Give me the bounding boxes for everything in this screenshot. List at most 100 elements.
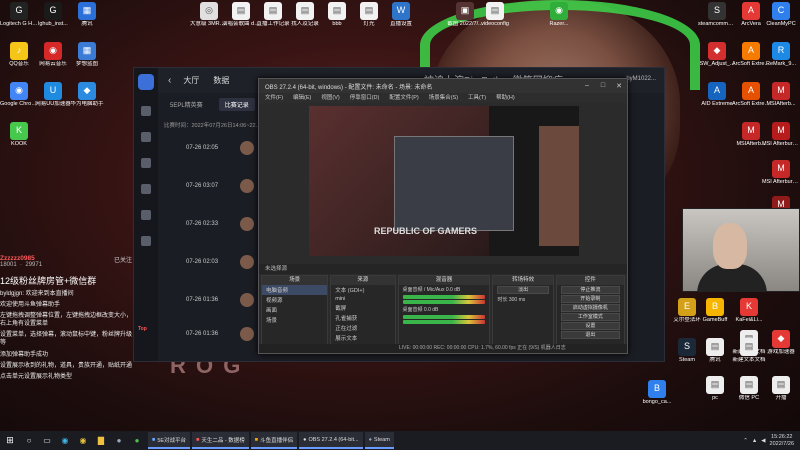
taskbar-app-obs[interactable]: ● OBS 27.2.4 (64-bit... [299,432,363,449]
studio-mode-button[interactable]: 工作室模式 [560,313,620,321]
back-icon[interactable]: ‹ [168,75,171,86]
edge-icon[interactable]: ◉ [56,432,74,450]
match-row[interactable]: 07-26 02:05 [186,138,254,158]
desktop-icon[interactable]: G Logitech G HUB [0,2,38,27]
maximize-icon[interactable]: □ [595,82,611,90]
stop-streaming-button[interactable]: 停止推流 [560,286,620,294]
menu-edit[interactable]: 编辑(E) [293,93,311,103]
source-item[interactable]: mini [331,295,394,303]
desktop-icon[interactable]: Ssteamcommu... 快捷方式 [698,2,736,27]
user-name[interactable]: byM1022... [626,76,656,82]
desktop-icon[interactable]: ▤ pc [696,376,734,401]
network-icon[interactable]: ▲ [752,438,757,444]
clock[interactable]: 15:26:22 2022/7/26 [770,434,794,446]
tab-match-records[interactable]: 比赛记录 [218,98,255,111]
scene-item[interactable]: 视频源 [262,295,327,305]
source-item[interactable]: 正在过滤 [331,323,394,333]
menu-docks[interactable]: 停靠窗口(D) [350,93,380,103]
taskbar-app-steam[interactable]: ● Steam [364,432,394,449]
volume-icon[interactable]: ◀ [761,438,765,444]
desktop-icon[interactable]: ◉ Razer... [540,2,578,27]
desktop-icon[interactable]: ▤新建文本文档 [730,338,768,363]
transition-select[interactable]: 淡出 [497,286,549,294]
source-item[interactable]: 展示文本 [331,333,394,343]
desktop-icon[interactable]: A AID Extreme [698,82,736,107]
taskbar-app-ranking[interactable]: ■ 天生二品 - 数据榜 [192,432,249,449]
scene-item[interactable]: 场景 [262,315,327,325]
menu-scene-collection[interactable]: 场景集合(S) [429,93,458,103]
close-icon[interactable]: ✕ [611,82,627,90]
nav-lobby[interactable]: 大厅 [183,75,199,86]
taskbar-app-douyu[interactable]: ■ 斗鱼直播伴侣 [250,432,298,449]
tray-arrow-icon[interactable]: ⌃ [743,438,748,444]
source-item[interactable]: 截屏 [331,303,394,313]
desktop-icon[interactable]: M MSIAfterb... [762,82,800,107]
desktop-icon[interactable]: C CleanMyPC [762,2,800,27]
settings-button[interactable]: 设置 [560,322,620,330]
desktop-icon[interactable]: R ReMark_9... [762,42,800,67]
follow-status[interactable]: 已关注 [114,255,132,264]
scene-item[interactable]: 画面 [262,305,327,315]
desktop-icon[interactable]: K KaFei&Li... [730,298,768,323]
desktop-icon[interactable]: B GameBuff [696,298,734,323]
task-view-icon[interactable]: ▭ [38,432,56,450]
menu-help[interactable]: 帮助(H) [496,93,515,103]
desktop-icon[interactable]: ▦ 梦想蓝图 [68,42,106,67]
scene-item[interactable]: 电脑音频 [262,285,328,295]
desktop-icon[interactable]: ▦ 腾讯 [68,2,106,27]
wechat-icon[interactable]: ● [128,432,146,450]
virtual-camera-button[interactable]: 启动虚拟摄像机 [560,304,620,312]
settings-icon[interactable] [141,236,151,246]
menu-profile[interactable]: 配置文件(P) [389,93,418,103]
team-icon[interactable] [141,210,151,220]
source-item[interactable]: 文本 (GDI+) [331,285,394,295]
desktop-icon[interactable]: M MSI Afterburner [762,160,800,185]
desktop-icon[interactable]: W 直播设置 [382,2,420,27]
menu-file[interactable]: 文件(F) [265,93,283,103]
calendar-icon[interactable] [141,132,151,142]
desktop-icon[interactable]: ▤ 开播 [762,376,800,401]
desktop-icon[interactable]: M MSI Afterburner [762,122,800,147]
trophy-icon[interactable] [141,158,151,168]
source-item[interactable]: 孔雀捕获 [331,313,394,323]
chart-icon[interactable] [141,184,151,194]
volume-meter[interactable] [402,300,486,304]
desktop-icon[interactable]: K KOOK [0,122,38,147]
desktop-icon[interactable]: U 网易UU加速器 [34,82,72,107]
desktop-icon[interactable]: ▤ videoconfig [476,2,514,27]
minimize-icon[interactable]: – [579,82,595,90]
match-row[interactable]: 07-26 01:36 [186,290,254,310]
match-row[interactable]: 07-26 01:36 [186,324,254,344]
volume-meter[interactable] [402,320,486,324]
steam-icon[interactable]: ● [110,432,128,450]
desktop-icon[interactable]: ▤ 腾讯 [696,338,734,363]
desktop-icon[interactable]: ◆ 华为电脑助手 [68,82,106,107]
exit-button[interactable]: 退出 [560,331,620,339]
taskbar-app-5e[interactable]: ■ 5E对战平台 [148,432,191,449]
tab-5epl[interactable]: 5EPL精英赛 [164,98,209,111]
match-row[interactable]: 07-26 02:03 [186,252,254,272]
nav-data[interactable]: 数据 [213,75,229,86]
desktop-icon[interactable]: ◉ 网易云音乐 [34,42,72,67]
explorer-icon[interactable]: ▇ [92,432,110,450]
windows-start-icon[interactable]: ⊞ [0,435,20,446]
desktop-icon[interactable]: Bbongo_ca... [638,380,676,405]
douyu-logo-icon[interactable] [138,74,154,90]
obs-window[interactable]: OBS 27.2.4 (64-bit, windows) - 配置文件: 未命名… [258,78,628,354]
desktop-icon[interactable]: ◆ SW_Adjust_... [698,42,736,67]
start-recording-button[interactable]: 开始录制 [560,295,620,303]
search-icon[interactable]: ○ [20,432,38,450]
volume-meter[interactable] [402,315,486,319]
match-row[interactable]: 07-26 03:07 [186,176,254,196]
menu-view[interactable]: 视图(V) [321,93,339,103]
home-icon[interactable] [141,106,151,116]
volume-meter[interactable] [402,295,486,299]
desktop-icon[interactable]: ♪ QQ音乐 [0,42,38,67]
menu-tools[interactable]: 工具(T) [468,93,486,103]
desktop-icon[interactable]: Glghub_inst... [34,2,72,27]
desktop-icon[interactable]: ◉ Google Chrome [0,82,38,107]
obs-preview[interactable]: REPUBLIC OF GAMERS [309,106,579,256]
transition-duration[interactable]: 时长 300 ms [493,295,552,304]
chrome-icon[interactable]: ◉ [74,432,92,450]
match-row[interactable]: 07-26 02:33 [186,214,254,234]
